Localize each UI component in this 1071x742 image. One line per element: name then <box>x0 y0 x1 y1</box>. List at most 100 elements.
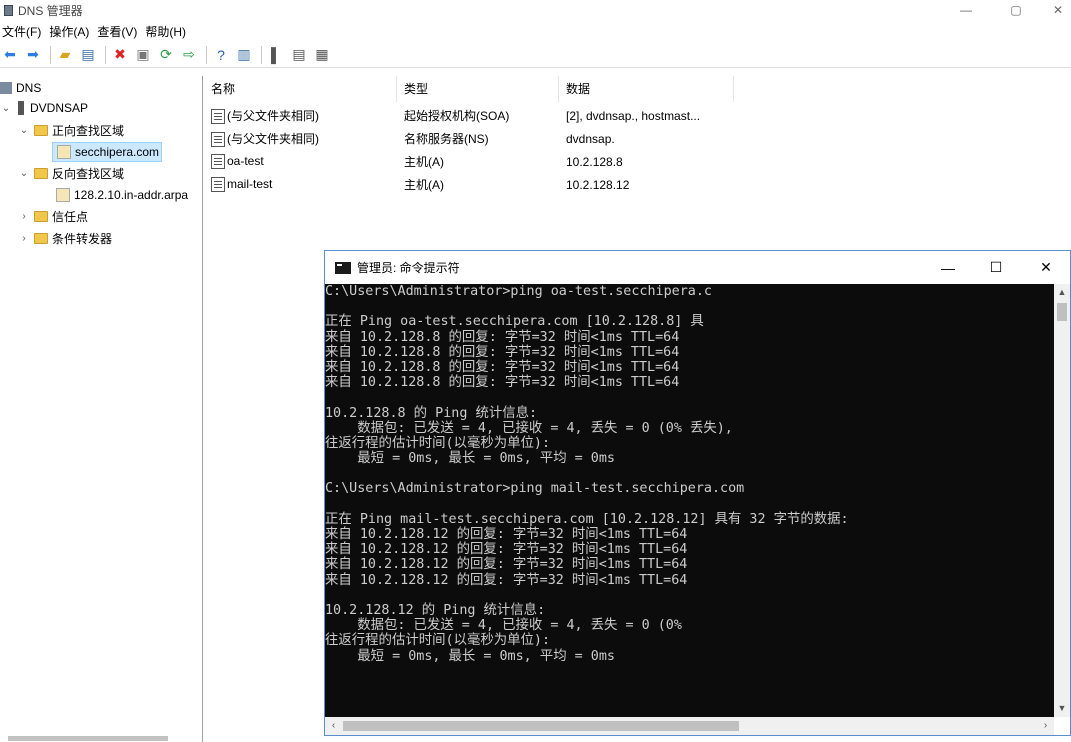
cmd-titlebar[interactable]: 管理员: 命令提示符 — ☐ ✕ <box>325 251 1070 284</box>
console-line: 数据包: 已发送 = 4, 已接收 = 4, 丢失 = 0 (0% 丢失), <box>325 420 733 436</box>
console-line: 数据包: 已发送 = 4, 已接收 = 4, 丢失 = 0 (0% <box>325 618 682 634</box>
record-name: mail-test <box>227 176 273 191</box>
tree-item-dns[interactable]: DNS <box>0 78 41 98</box>
list-item[interactable]: (与父文件夹相同) 名称服务器(NS) dvdnsap. <box>204 127 734 150</box>
chevron-right-icon[interactable]: › <box>18 233 30 244</box>
folder-icon <box>34 210 48 222</box>
scroll-right-icon[interactable]: › <box>1037 717 1054 735</box>
scroll-left-icon[interactable]: ‹ <box>325 717 342 735</box>
column-header-type[interactable]: 类型 <box>397 76 559 102</box>
delete-icon[interactable]: ✖ <box>110 45 130 65</box>
console-line: C:\Users\Administrator>ping mail-test.se… <box>325 481 745 497</box>
console-line: 来自 10.2.128.12 的回复: 字节=32 时间<1ms TTL=64 <box>325 572 688 588</box>
console-line: 来自 10.2.128.8 的回复: 字节=32 时间<1ms TTL=64 <box>325 359 680 375</box>
cmd-close-button[interactable]: ✕ <box>1023 251 1069 284</box>
folder-icon <box>34 124 48 136</box>
console-line: 来自 10.2.128.8 的回复: 字节=32 时间<1ms TTL=64 <box>325 329 680 345</box>
console-vertical-scrollbar[interactable]: ▲ ▼ <box>1054 284 1070 717</box>
action-pane-icon[interactable]: ▥ <box>234 45 254 65</box>
record-detail-icon[interactable]: ▦ <box>312 45 332 65</box>
console-line: 往返行程的估计时间(以毫秒为单位): <box>325 435 551 451</box>
record-data: 10.2.128.8 <box>566 154 623 169</box>
scroll-up-icon[interactable]: ▲ <box>1054 284 1070 301</box>
menu-file[interactable]: 文件(F) <box>2 23 49 40</box>
chevron-down-icon[interactable]: ⌄ <box>18 125 30 136</box>
tree-label: 正向查找区域 <box>52 123 125 138</box>
tree-item-conditional-forwarders[interactable]: › 条件转发器 <box>18 228 112 248</box>
server-icon[interactable]: ▌ <box>266 45 286 65</box>
scroll-down-icon[interactable]: ▼ <box>1054 700 1070 717</box>
properties-icon[interactable]: ▣ <box>133 45 153 65</box>
console-line: 来自 10.2.128.8 的回复: 字节=32 时间<1ms TTL=64 <box>325 344 680 360</box>
cmd-title: 管理员: 命令提示符 <box>357 261 460 275</box>
console-line: 最短 = 0ms, 最长 = 0ms, 平均 = 0ms <box>325 451 615 467</box>
export-list-icon[interactable]: ⇨ <box>179 45 199 65</box>
console-line: 最短 = 0ms, 最长 = 0ms, 平均 = 0ms <box>325 648 615 664</box>
toolbar: ⬅ ➡ ▰ ▤ ✖ ▣ ⟳ ⇨ ? ▥ ▌ ▤ ▦ <box>0 42 1071 68</box>
cmd-window[interactable]: 管理员: 命令提示符 — ☐ ✕ C:\Users\Administrator>… <box>324 250 1071 736</box>
column-header-name[interactable]: 名称 <box>204 76 397 102</box>
tree-item-forward-zones[interactable]: ⌄ 正向查找区域 <box>18 120 124 140</box>
cmd-maximize-button[interactable]: ☐ <box>973 251 1019 284</box>
minimize-button[interactable]: — <box>946 0 986 20</box>
record-icon <box>211 154 225 170</box>
folder-icon <box>34 167 48 179</box>
list-item[interactable]: (与父文件夹相同) 起始授权机构(SOA) [2], dvdnsap., hos… <box>204 104 734 127</box>
console-output[interactable]: C:\Users\Administrator>ping oa-test.secc… <box>325 284 1054 717</box>
list-item[interactable]: mail-test 主机(A) 10.2.128.12 <box>204 173 734 196</box>
toolbar-separator <box>206 45 207 64</box>
restore-button[interactable]: ▢ <box>996 0 1036 20</box>
menu-help[interactable]: 帮助(H) <box>145 23 194 40</box>
record-icon <box>211 132 225 148</box>
tree-item-reverse-zones[interactable]: ⌄ 反向查找区域 <box>18 163 124 183</box>
chevron-down-icon[interactable]: ⌄ <box>18 168 30 179</box>
help-icon[interactable]: ? <box>211 45 231 65</box>
cmd-minimize-button[interactable]: — <box>925 251 971 284</box>
menu-bar: 文件(F) 操作(A) 查看(V) 帮助(H) <box>0 20 1071 42</box>
tree-item-reverse-zone[interactable]: 128.2.10.in-addr.arpa <box>52 185 202 205</box>
console-line: 来自 10.2.128.12 的回复: 字节=32 时间<1ms TTL=64 <box>325 542 688 558</box>
console-line: 往返行程的估计时间(以毫秒为单位): <box>325 633 551 649</box>
refresh-icon[interactable]: ⟳ <box>156 45 176 65</box>
console-tree: DNS ⌄ DVDNSAP ⌄ 正向查找区域 secchipera.com ⌄ … <box>0 76 203 742</box>
tree-horizontal-scrollbar[interactable] <box>0 734 203 742</box>
window-titlebar: DNS 管理器 — ▢ ✕ <box>0 0 1071 20</box>
tree-item-secchipera-zone[interactable]: secchipera.com <box>52 142 163 162</box>
console-line: 来自 10.2.128.12 的回复: 字节=32 时间<1ms TTL=64 <box>325 527 688 542</box>
scrollbar-thumb[interactable] <box>1057 303 1067 321</box>
tree-item-trust-points[interactable]: › 信任点 <box>18 206 88 226</box>
folder-icon <box>34 232 48 244</box>
console-line: 正在 Ping oa-test.secchipera.com [10.2.128… <box>325 314 704 330</box>
list-item[interactable]: oa-test 主机(A) 10.2.128.8 <box>204 150 734 173</box>
menu-view[interactable]: 查看(V) <box>97 23 145 40</box>
record-name: (与父文件夹相同) <box>227 108 319 123</box>
tree-label: DVDNSAP <box>30 101 89 115</box>
record-type: 主机(A) <box>404 178 444 192</box>
console-line: 来自 10.2.128.8 的回复: 字节=32 时间<1ms TTL=64 <box>325 375 680 391</box>
close-button[interactable]: ✕ <box>1038 0 1071 20</box>
tree-item-server[interactable]: ⌄ DVDNSAP <box>0 98 88 118</box>
chevron-down-icon[interactable]: ⌄ <box>0 103 12 114</box>
back-icon[interactable]: ⬅ <box>0 45 20 65</box>
console-line: 正在 Ping mail-test.secchipera.com [10.2.1… <box>325 511 849 527</box>
forward-icon[interactable]: ➡ <box>23 45 43 65</box>
chevron-right-icon[interactable]: › <box>18 211 30 222</box>
zone-icon <box>57 145 71 159</box>
tree-label: 反向查找区域 <box>52 166 125 181</box>
console-line: 来自 10.2.128.12 的回复: 字节=32 时间<1ms TTL=64 <box>325 557 688 573</box>
up-folder-icon[interactable]: ▰ <box>55 45 75 65</box>
console-horizontal-scrollbar[interactable]: ‹ › <box>325 717 1054 735</box>
scrollbar-thumb[interactable] <box>8 736 168 741</box>
menu-action[interactable]: 操作(A) <box>49 23 97 40</box>
record-list-icon[interactable]: ▤ <box>289 45 309 65</box>
tree-label: 信任点 <box>52 209 89 224</box>
show-hide-console-tree-icon[interactable]: ▤ <box>78 45 98 65</box>
record-icon <box>211 109 225 125</box>
record-type: 主机(A) <box>404 155 444 169</box>
column-header-data[interactable]: 数据 <box>559 76 734 102</box>
scrollbar-thumb[interactable] <box>343 721 739 731</box>
tree-label: secchipera.com <box>75 145 160 159</box>
list-header: 名称 类型 数据 <box>204 76 734 102</box>
